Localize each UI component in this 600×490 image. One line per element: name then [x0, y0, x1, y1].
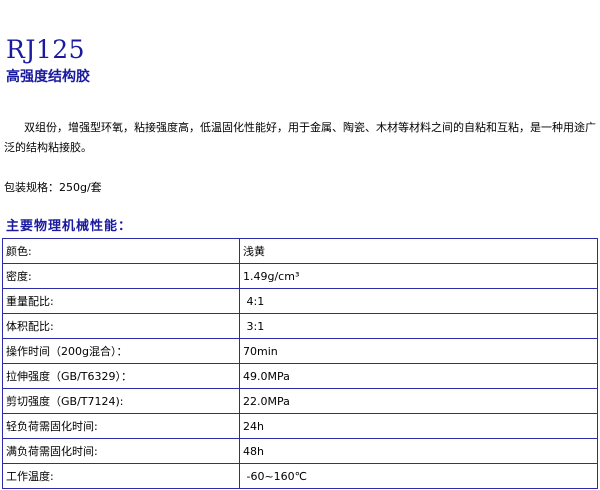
- property-value: 1.49g/cm³: [239, 263, 598, 289]
- property-value: 22.0MPa: [239, 388, 598, 414]
- property-label: 拉伸强度（GB/T6329）：: [2, 363, 240, 389]
- table-row: 操作时间（200g混合）： 70min: [2, 338, 598, 364]
- table-row: 体积配比: 3:1: [2, 313, 598, 339]
- property-label: 轻负荷需固化时间:: [2, 413, 240, 439]
- property-value: 70min: [239, 338, 598, 364]
- product-code: RJ125: [6, 35, 86, 64]
- table-row: 拉伸强度（GB/T6329）： 49.0MPa: [2, 363, 598, 389]
- table-row: 重量配比: 4:1: [2, 288, 598, 314]
- property-value: 3:1: [239, 313, 598, 339]
- table-row: 颜色: 浅黄: [2, 238, 598, 264]
- property-value: -60~160℃: [239, 463, 598, 489]
- packaging-spec: 包装规格：250g/套: [4, 181, 102, 194]
- properties-table: 颜色: 浅黄 密度: 1.49g/cm³ 重量配比: 4:1 体积配比: 3:1…: [2, 238, 598, 489]
- product-name: 高强度结构胶: [6, 69, 90, 85]
- property-label: 工作温度:: [2, 463, 240, 489]
- property-label: 满负荷需固化时间:: [2, 438, 240, 464]
- table-row: 工作温度: -60~160℃: [2, 463, 598, 489]
- property-value: 24h: [239, 413, 598, 439]
- property-value: 4:1: [239, 288, 598, 314]
- property-label: 重量配比:: [2, 288, 240, 314]
- table-row: 满负荷需固化时间: 48h: [2, 438, 598, 464]
- property-label: 密度:: [2, 263, 240, 289]
- table-row: 剪切强度（GB/T7124): 22.0MPa: [2, 388, 598, 414]
- property-label: 体积配比:: [2, 313, 240, 339]
- property-label: 剪切强度（GB/T7124):: [2, 388, 240, 414]
- property-value: 48h: [239, 438, 598, 464]
- property-label: 颜色:: [2, 238, 240, 264]
- table-row: 密度: 1.49g/cm³: [2, 263, 598, 289]
- property-value: 浅黄: [239, 238, 598, 264]
- property-value: 49.0MPa: [239, 363, 598, 389]
- table-row: 轻负荷需固化时间: 24h: [2, 413, 598, 439]
- product-description: 双组份，增强型环氧，粘接强度高，低温固化性能好，用于金属、陶瓷、木材等材料之间的…: [4, 121, 596, 154]
- property-label: 操作时间（200g混合）：: [2, 338, 240, 364]
- properties-heading: 主要物理机械性能：: [6, 219, 133, 234]
